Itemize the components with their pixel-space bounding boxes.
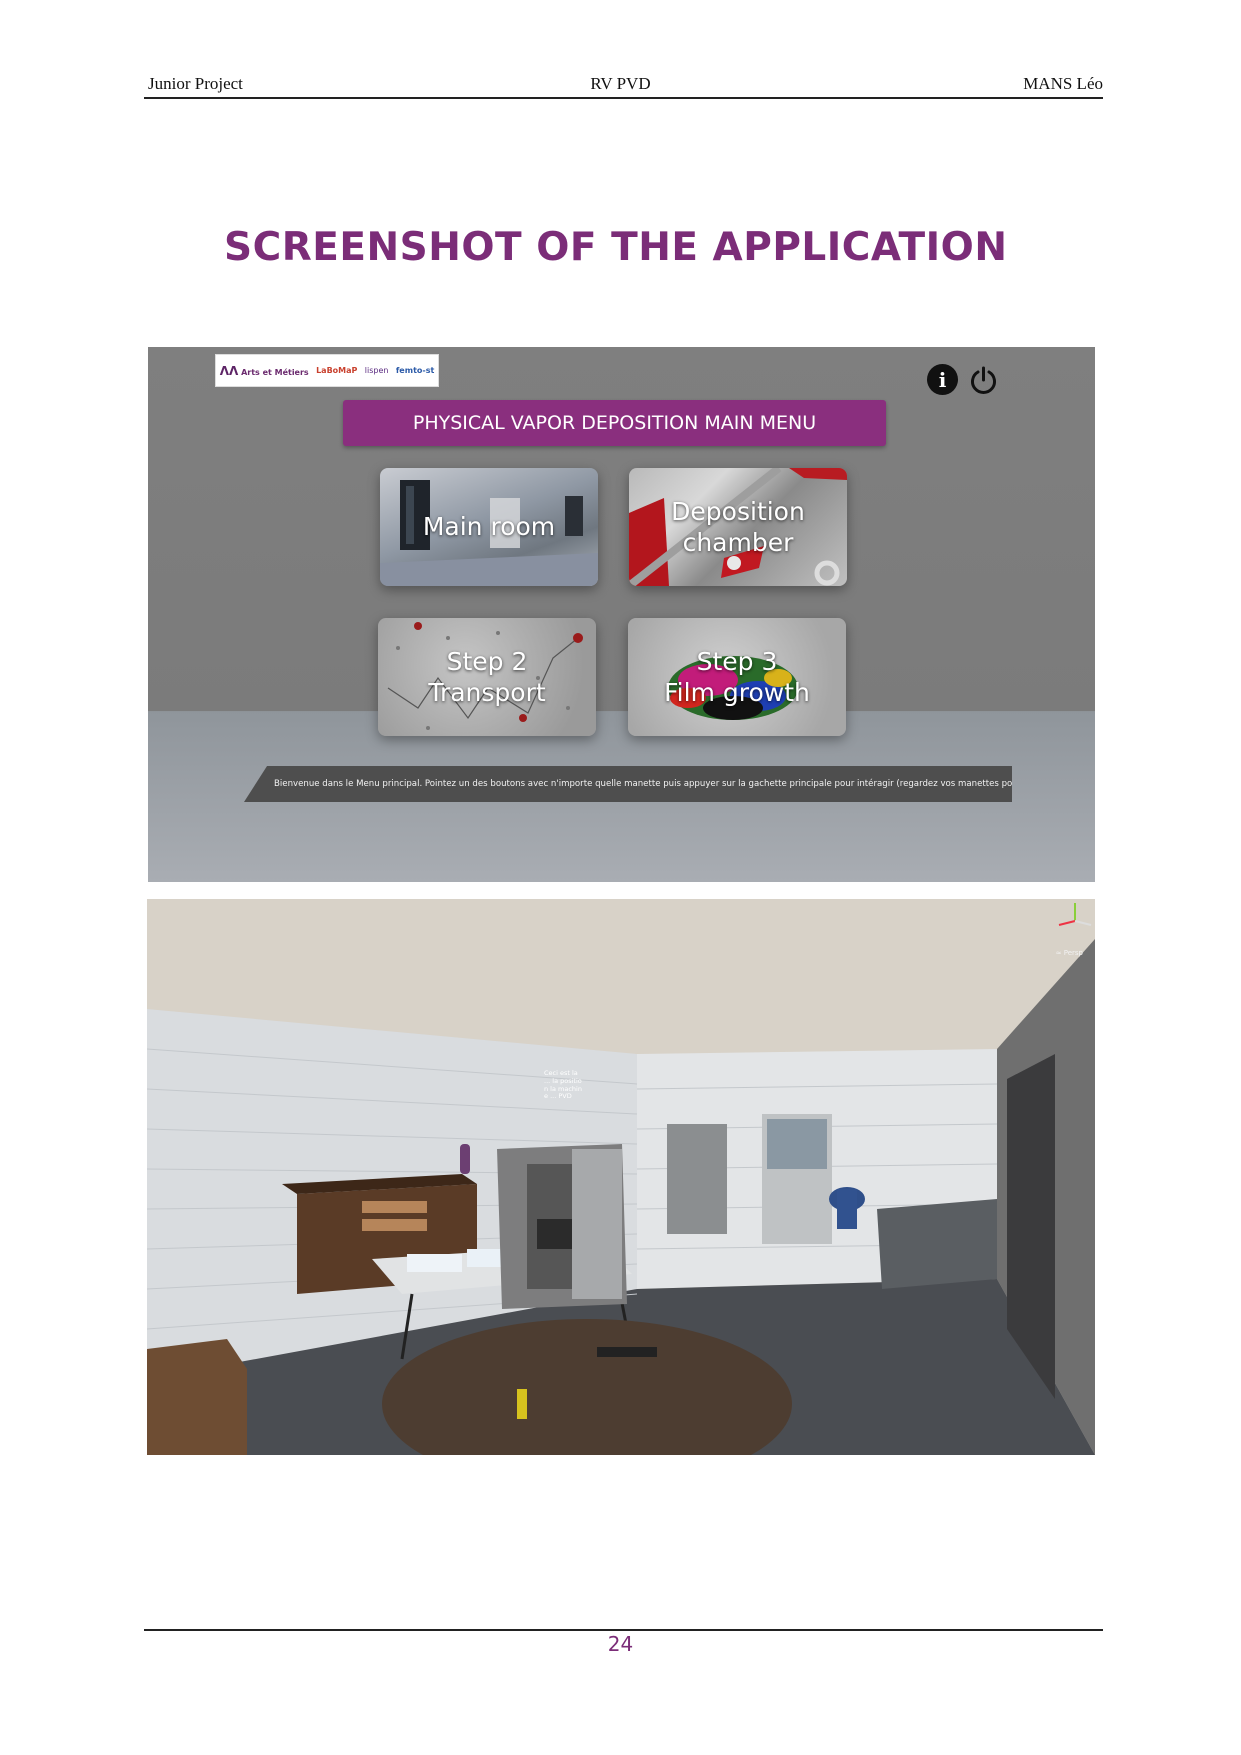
step2-transport-label: Step 2 Transport <box>428 646 546 707</box>
info-icon[interactable]: i <box>927 364 958 395</box>
femto-st-logo: femto-st <box>395 366 435 375</box>
perspective-gizmo-label: ≈ Persp <box>1055 949 1083 957</box>
instruction-message: Bienvenue dans le Menu principal. Pointe… <box>244 766 1012 802</box>
header-right: MANS Léo <box>1023 74 1103 93</box>
main-menu-title: PHYSICAL VAPOR DEPOSITION MAIN MENU <box>343 400 886 446</box>
page-number: 24 <box>607 1632 634 1656</box>
room-scene-illustration <box>147 899 1095 1455</box>
partner-logos: ΛΛ Arts et Métiers LaBoMaP lispen femto-… <box>215 354 439 387</box>
footer-rule <box>144 1629 1103 1631</box>
power-icon[interactable] <box>968 364 999 395</box>
step2-transport-button[interactable]: Step 2 Transport <box>378 618 596 736</box>
step3-film-growth-label: Step 3 Film growth <box>664 646 810 707</box>
labomap-logo: LaBoMaP <box>316 366 358 375</box>
arts-et-metiers-logo: ΛΛ Arts et Métiers <box>219 363 309 378</box>
step3-film-growth-button[interactable]: Step 3 Film growth <box>628 618 846 736</box>
main-room-label: Main room <box>422 512 556 542</box>
main-room-button[interactable]: Main room <box>380 468 598 586</box>
deposition-chamber-label: Deposition chamber <box>671 496 805 557</box>
machine-info-sign: Ceci est la ... la position la machine .… <box>544 1069 582 1101</box>
page-title: SCREENSHOT OF THE APPLICATION <box>224 225 1008 270</box>
deposition-chamber-button[interactable]: Deposition chamber <box>629 468 847 586</box>
lispen-logo: lispen <box>364 366 389 375</box>
room-screenshot: Ceci est la ... la position la machine .… <box>147 899 1095 1455</box>
header-rule <box>144 97 1103 99</box>
menu-screenshot: ΛΛ Arts et Métiers LaBoMaP lispen femto-… <box>148 347 1095 882</box>
